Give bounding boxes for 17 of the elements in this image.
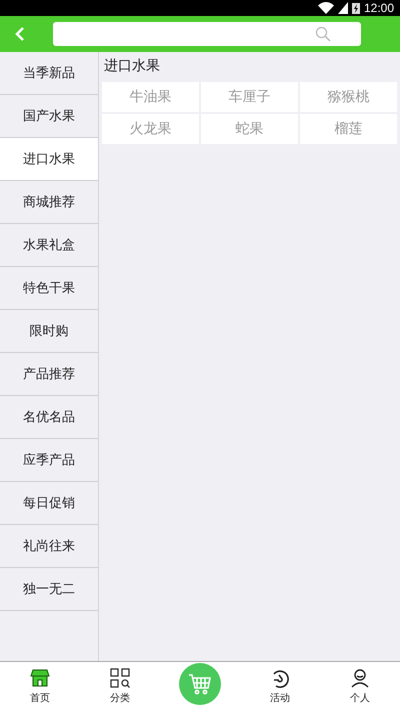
search-field[interactable]	[53, 22, 361, 46]
cart-icon	[188, 672, 212, 696]
section-title: 进口水果	[104, 57, 161, 75]
tab-item[interactable]: 个人	[320, 662, 400, 707]
tab-item[interactable]: 首页	[0, 662, 80, 707]
wifi-icon	[318, 2, 334, 14]
cart-button[interactable]	[179, 662, 221, 704]
store-icon	[30, 668, 50, 688]
tab-item[interactable]: 分类	[80, 662, 160, 707]
back-icon	[15, 27, 25, 41]
tab-item[interactable]: 活动	[240, 662, 320, 707]
person-icon	[350, 668, 370, 688]
signal-icon	[338, 2, 348, 14]
status-time: 12:00	[364, 1, 394, 15]
search-icon	[315, 26, 331, 42]
grid-search-icon	[110, 668, 130, 688]
category-item[interactable]: 进口水果	[0, 138, 98, 181]
